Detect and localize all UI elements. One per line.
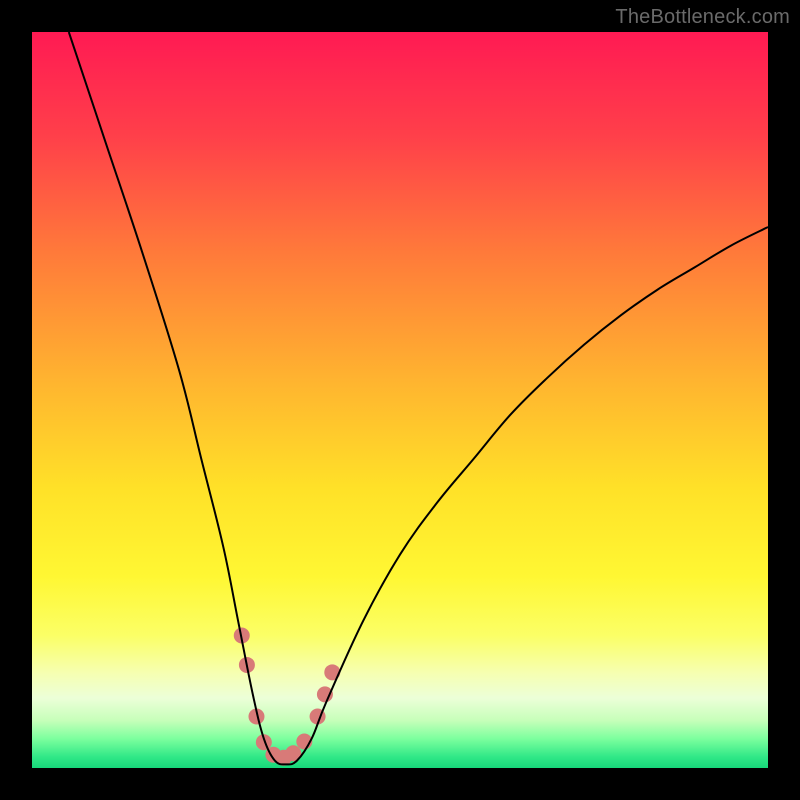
plot-area — [32, 32, 768, 768]
watermark-text: TheBottleneck.com — [615, 6, 790, 29]
bottleneck-curve — [69, 32, 768, 764]
chart-svg — [32, 32, 768, 768]
marker-group — [234, 628, 341, 766]
chart-frame: TheBottleneck.com — [0, 0, 800, 800]
